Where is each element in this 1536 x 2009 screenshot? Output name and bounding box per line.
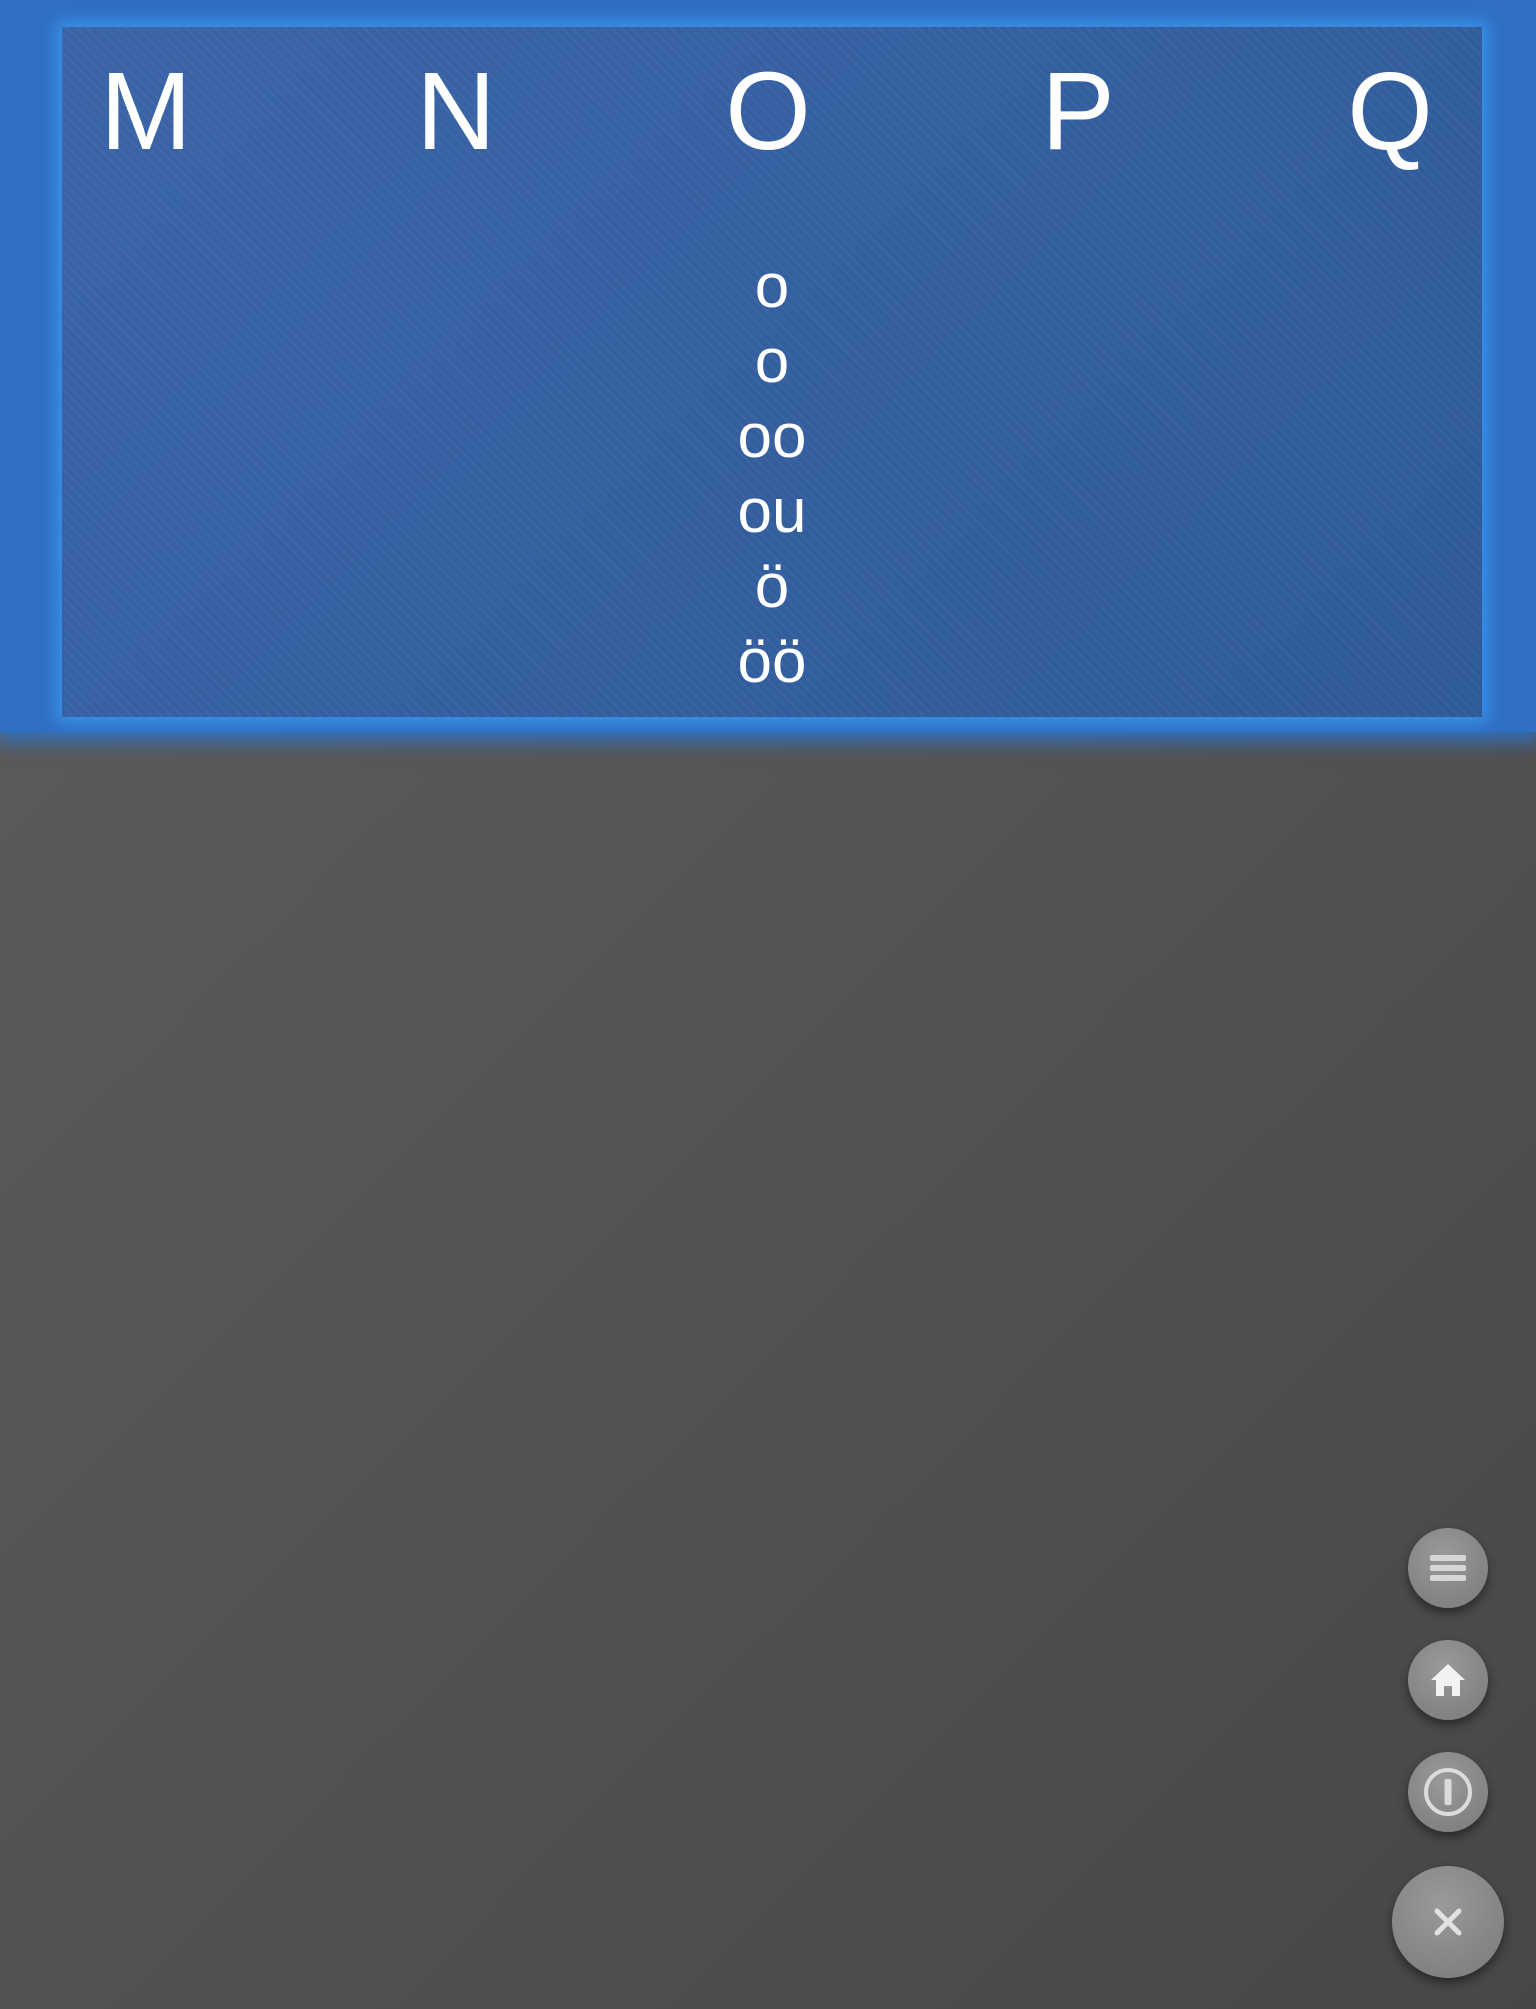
letter-tab-m[interactable]: M	[66, 47, 226, 177]
spelling-item[interactable]: ö	[672, 549, 872, 624]
close-icon	[1434, 1908, 1462, 1936]
spelling-item[interactable]: öö	[672, 624, 872, 699]
spelling-item[interactable]: ou	[672, 474, 872, 549]
spelling-item[interactable]: oo	[672, 399, 872, 474]
menu-icon	[1430, 1555, 1466, 1581]
home-icon	[1431, 1664, 1465, 1696]
letter-tab-o[interactable]: O	[688, 47, 848, 177]
spelling-item[interactable]: o	[672, 324, 872, 399]
menu-button[interactable]	[1408, 1528, 1488, 1608]
spelling-list: o o oo ou ö öö	[672, 249, 872, 699]
home-button[interactable]	[1408, 1640, 1488, 1720]
letter-tab-q[interactable]: Q	[1310, 47, 1470, 177]
info-button[interactable]	[1408, 1752, 1488, 1832]
letter-tab-p[interactable]: P	[998, 47, 1158, 177]
letter-tabs: M N O P Q	[62, 47, 1482, 177]
letter-tab-n[interactable]: N	[376, 47, 536, 177]
info-icon	[1424, 1768, 1472, 1816]
letter-panel: M N O P Q o o oo ou ö öö	[62, 27, 1482, 717]
spelling-item[interactable]: o	[672, 249, 872, 324]
close-button[interactable]	[1392, 1866, 1504, 1978]
